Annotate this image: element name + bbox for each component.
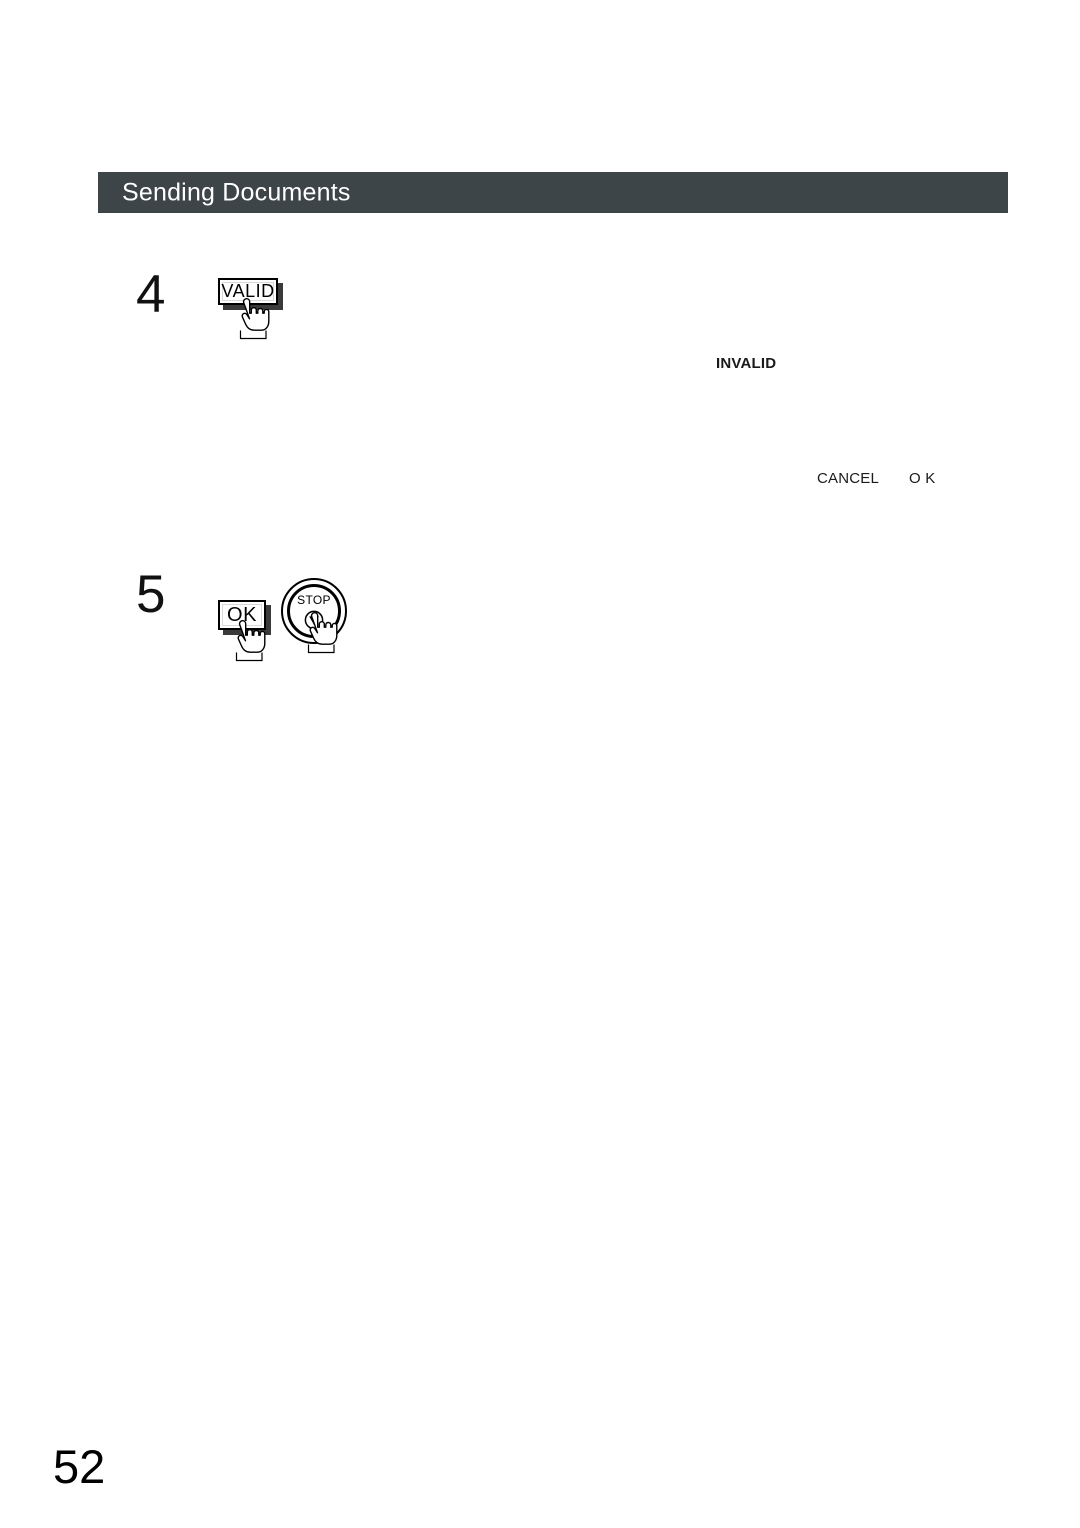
page-number: 52: [53, 1440, 106, 1493]
display-label-invalid: INVALID: [716, 355, 777, 372]
stop-button-label: STOP: [297, 593, 331, 607]
step-number-5: 5: [136, 565, 166, 624]
display-label-cancel: CANCEL: [817, 470, 880, 487]
page-title: Sending Documents: [122, 178, 351, 206]
pointing-hand-icon: [232, 298, 272, 340]
manual-page: Sending Documents 4 VALID INVALID CANCEL…: [0, 0, 1080, 1528]
pointing-hand-icon: [228, 620, 268, 662]
pointing-hand-icon: [300, 612, 340, 654]
display-label-ok: O K: [909, 470, 936, 487]
section-header-bar: Sending Documents: [98, 172, 1008, 213]
step-number-4: 4: [136, 265, 166, 324]
